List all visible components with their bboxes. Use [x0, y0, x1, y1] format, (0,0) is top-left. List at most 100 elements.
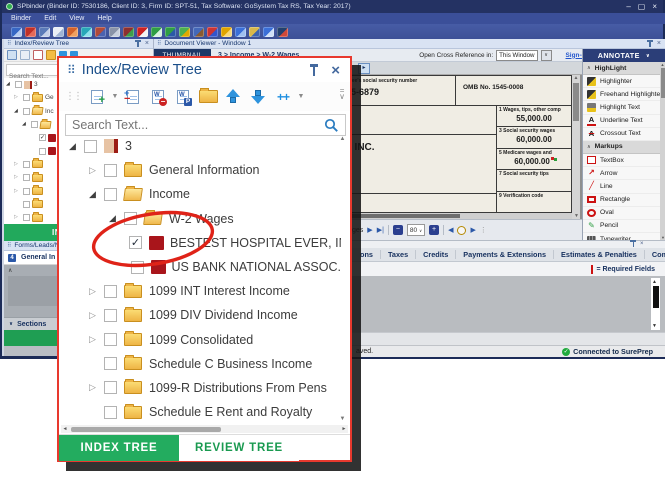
checkbox[interactable] [23, 160, 30, 168]
annotate-tool-oval[interactable]: Oval [583, 206, 661, 220]
annotate-section-header[interactable]: ∧ Markups [583, 140, 661, 154]
annotate-tool-textbox[interactable]: TextBox [583, 153, 661, 168]
close-panel-icon[interactable]: × [145, 40, 149, 47]
expander-open-icon[interactable]: ◢ [69, 141, 84, 152]
dialog-horizontal-scrollbar[interactable]: ◄ ► [61, 425, 348, 433]
user-icon[interactable] [249, 26, 260, 37]
document-icon[interactable] [53, 26, 64, 37]
annotate-tool-typewriter[interactable]: Typewriter [583, 233, 661, 240]
lock-icon[interactable] [221, 26, 232, 37]
checkbox[interactable] [124, 212, 137, 226]
move-shapes-icon[interactable] [95, 26, 106, 37]
annotate-tool-arrow[interactable]: ↗ Arrow [583, 167, 661, 181]
print-icon[interactable] [39, 26, 50, 37]
window-stack-icon[interactable] [193, 26, 204, 37]
tree-item[interactable]: ▷ General Information [59, 158, 341, 182]
rotate-right-icon[interactable]: ▶ [470, 226, 475, 234]
expander-open-icon[interactable]: ◢ [109, 213, 124, 224]
annotate-section-header[interactable]: ∧ HighLight [583, 62, 661, 75]
close-button[interactable]: × [652, 2, 657, 11]
next-page-icon[interactable]: ▶ [367, 226, 372, 234]
expander-open-icon[interactable]: ◢ [89, 189, 104, 200]
zoom-level-select[interactable]: 80 ∨ [406, 224, 426, 236]
dialog-vertical-scrollbar[interactable]: ▲ ▼ [338, 136, 347, 422]
annotate-tool-highlighter[interactable]: Highlighter [583, 75, 661, 89]
move-down-button[interactable] [247, 86, 269, 107]
upload-box-icon[interactable] [67, 26, 78, 37]
expander-closed-icon[interactable]: ▷ [89, 310, 104, 321]
menu-help[interactable]: Help [97, 15, 111, 22]
viewer-vertical-scrollbar[interactable]: ▲ ▼ [572, 75, 580, 219]
checkbox[interactable] [104, 333, 117, 347]
expander-closed-icon[interactable]: ▷ [89, 165, 104, 176]
bottom-tab[interactable]: Payments & Extensions [456, 250, 555, 259]
menu-view[interactable]: View [69, 15, 84, 22]
menu-edit[interactable]: Edit [44, 15, 56, 22]
tree-item[interactable]: ◢ Income [59, 182, 341, 206]
tree-item[interactable]: ▷ 1099-R Distributions From Pens [59, 376, 341, 400]
checkbox[interactable] [104, 308, 117, 322]
bottom-panel-scrollbar[interactable]: ▲ ▼ [651, 278, 660, 330]
pin-icon[interactable] [134, 39, 141, 48]
close-dialog-icon[interactable]: × [331, 63, 340, 78]
annotate-tool-highlighter[interactable]: Freehand Highlighte [583, 88, 661, 102]
pin-icon[interactable] [630, 240, 636, 248]
pin-icon[interactable] [646, 39, 653, 48]
spreadsheet-alt-icon[interactable] [165, 26, 176, 37]
tree-item[interactable]: ▷ 1099 INT Interest Income [59, 279, 341, 303]
folder-button[interactable] [197, 86, 219, 107]
cross-ref-select[interactable]: This Window [496, 49, 538, 61]
expander-closed-icon[interactable]: ▷ [89, 382, 104, 393]
bottom-tab[interactable]: Estimates & Penalties [554, 250, 645, 259]
tree-item[interactable]: ▷ 1099 Consolidated [59, 328, 341, 352]
annotate-tool-crossout-text[interactable]: A Crossout Text [583, 127, 661, 141]
checkbox-checked[interactable]: ✓ [129, 236, 142, 250]
history-icon[interactable] [457, 225, 467, 235]
dialog-search[interactable] [65, 114, 346, 136]
settings-icon[interactable] [109, 26, 120, 37]
checkbox[interactable] [23, 107, 30, 115]
checkbox[interactable] [39, 147, 46, 155]
checkbox[interactable] [23, 200, 30, 208]
expander-closed-icon[interactable]: ▷ [14, 161, 21, 167]
checkbox-checked[interactable]: ✓ [39, 134, 46, 142]
annotate-tool-rectangle[interactable]: Rectangle [583, 193, 661, 207]
bottom-tab[interactable]: Taxes [381, 250, 417, 259]
checkbox[interactable] [104, 357, 117, 371]
restore-button[interactable]: ▢ [638, 2, 646, 11]
bottom-tab[interactable]: ons [353, 250, 381, 259]
close-panel-icon[interactable]: × [657, 40, 661, 47]
close-panel-icon[interactable]: × [640, 241, 644, 247]
toolbar-overflow-icon[interactable]: = ∨ [339, 86, 345, 100]
folder-icon[interactable] [46, 50, 56, 60]
checkbox[interactable] [130, 260, 144, 274]
expander-open-icon[interactable]: ◢ [22, 122, 29, 127]
export-pdf-icon[interactable] [25, 26, 36, 37]
checkbox[interactable] [23, 94, 30, 102]
zoom-in-button[interactable]: + [429, 225, 440, 235]
tree-item[interactable]: Schedule C Business Income [59, 352, 341, 376]
dialog-search-input[interactable] [66, 118, 324, 132]
expander-closed-icon[interactable]: ▷ [14, 215, 21, 220]
tree-item[interactable]: ▷ 1099 DIV Dividend Income [59, 303, 341, 327]
move-up-button[interactable] [222, 86, 244, 107]
remove-document-button[interactable]: W − [147, 86, 169, 107]
expand-collapse-button[interactable]: + − [122, 86, 144, 107]
zoom-out-button[interactable]: − [392, 225, 403, 235]
minimize-button[interactable]: – [626, 2, 630, 11]
annotate-tool-highlight-text[interactable]: Highlight Text [583, 101, 661, 115]
tree-item[interactable]: Schedule E Rent and Royalty [59, 400, 341, 424]
history-clock-icon[interactable] [81, 26, 92, 37]
expander-closed-icon[interactable]: ▷ [89, 286, 104, 297]
bottom-tab[interactable]: Credits [416, 250, 457, 259]
checkbox[interactable] [15, 81, 22, 89]
expander-closed-icon[interactable]: ▷ [14, 188, 21, 194]
annotate-tool-pencil[interactable]: ✎ Pencil [583, 219, 661, 234]
save-icon[interactable] [11, 26, 22, 37]
checkbox[interactable] [104, 405, 117, 419]
chevron-down-icon[interactable]: ▼ [297, 93, 305, 100]
grid-colored-icon[interactable] [179, 26, 190, 37]
checkbox[interactable] [104, 163, 117, 177]
dialog-header[interactable]: ⠿ Index/Review Tree × [59, 58, 350, 82]
chart-icon[interactable] [277, 26, 288, 37]
